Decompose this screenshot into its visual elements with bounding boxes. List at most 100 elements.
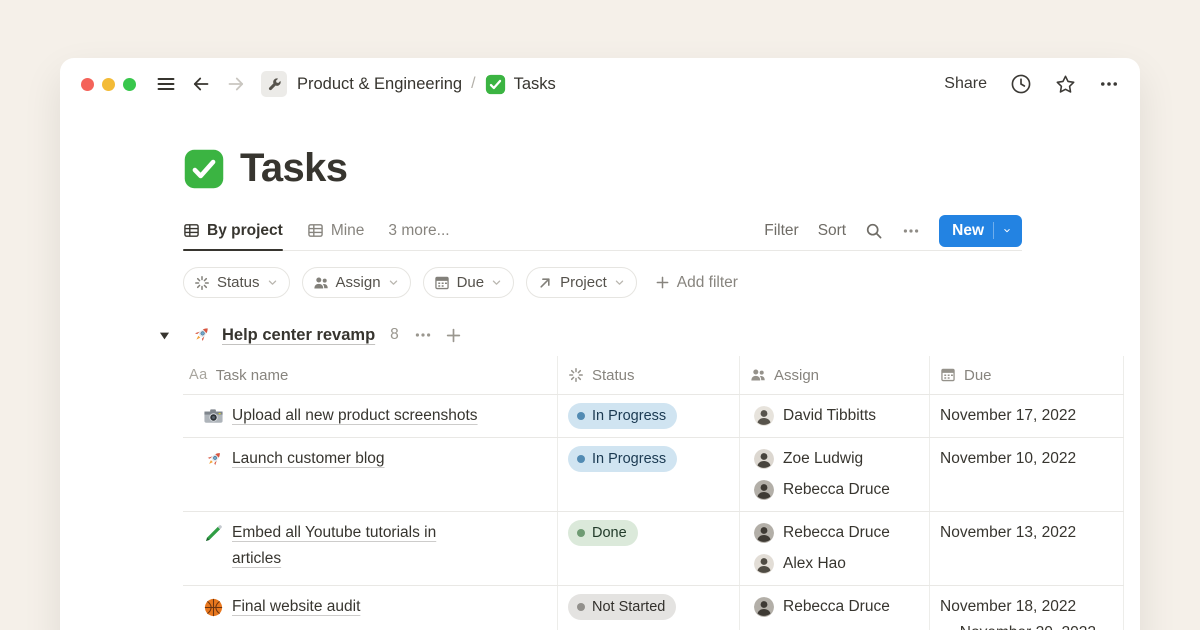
rocket-icon xyxy=(203,449,224,470)
chip-label: Due xyxy=(457,274,485,291)
forward-icon[interactable] xyxy=(226,74,246,94)
due-date: November 13, 2022 xyxy=(940,520,1115,546)
task-cell[interactable]: Embed all Youtube tutorials in articles xyxy=(183,512,558,585)
breadcrumb-workspace[interactable]: Product & Engineering xyxy=(297,75,462,94)
column-header-task-name[interactable]: AaTask name xyxy=(183,356,558,394)
assignee-name: David Tibbitts xyxy=(783,407,876,425)
assignee: Zoe Ludwig xyxy=(754,446,921,472)
status-cell[interactable]: Not Started xyxy=(558,586,740,630)
sort-button[interactable]: Sort xyxy=(818,222,846,240)
table-header-row: AaTask nameStatus Assign Due xyxy=(183,356,1124,395)
breadcrumb-page[interactable]: Tasks xyxy=(485,74,556,95)
task-title: Launch customer blog xyxy=(232,446,385,472)
sidebar-menu-icon[interactable] xyxy=(156,74,176,94)
new-button-divider xyxy=(993,222,994,239)
camera-icon xyxy=(203,406,224,427)
tab-label: By project xyxy=(207,222,283,240)
task-cell[interactable]: Upload all new product screenshots xyxy=(183,395,558,437)
column-header-label: Assign xyxy=(774,367,819,384)
back-icon[interactable] xyxy=(191,74,211,94)
assign-cell[interactable]: David Tibbitts xyxy=(740,395,930,437)
task-page-link[interactable]: Launch customer blog xyxy=(232,450,385,467)
favorite-star-icon[interactable] xyxy=(1055,74,1076,95)
desktop-background: { "colors": { "accent_blue": "#2383e2", … xyxy=(0,0,1200,630)
filter-button[interactable]: Filter xyxy=(764,222,798,240)
assignee-name: Rebecca Druce xyxy=(783,524,890,542)
arrow-up-right-icon xyxy=(537,275,553,291)
task-cell[interactable]: Final website audit xyxy=(183,586,558,630)
status-label: Done xyxy=(592,525,627,541)
group-count: 8 xyxy=(390,326,399,344)
view-more-icon[interactable] xyxy=(902,222,920,240)
more-options-icon[interactable] xyxy=(1099,74,1119,94)
avatar xyxy=(754,449,774,469)
column-header-assign[interactable]: Assign xyxy=(740,356,930,394)
chip-label: Project xyxy=(560,274,607,291)
status-dot-icon xyxy=(577,455,585,463)
new-button-label: New xyxy=(952,222,984,240)
page-title: Tasks xyxy=(240,146,347,191)
task-page-link[interactable]: Final website audit xyxy=(232,598,360,615)
task-page-link[interactable]: articles xyxy=(232,550,281,567)
assign-cell[interactable]: Rebecca DruceAlex Hao xyxy=(740,512,930,585)
tab-label: 3 more... xyxy=(388,222,449,240)
task-page-link[interactable]: Embed all Youtube tutorials in xyxy=(232,524,436,541)
group-title[interactable]: Help center revamp xyxy=(222,326,375,345)
tab-3-more[interactable]: 3 more... xyxy=(388,211,449,250)
add-filter-button[interactable]: Add filter xyxy=(655,274,738,292)
tab-label: Mine xyxy=(331,222,365,240)
due-cell[interactable]: November 10, 2022 xyxy=(930,438,1124,511)
chevron-down-icon xyxy=(267,277,278,288)
due-cell[interactable]: November 18, 2022→ November 20, 2022 xyxy=(930,586,1124,630)
filter-chip-project[interactable]: Project xyxy=(526,267,637,298)
people-icon xyxy=(313,275,329,291)
tab-mine[interactable]: Mine xyxy=(307,211,365,250)
filter-chip-due[interactable]: Due xyxy=(423,267,515,298)
group-add-icon[interactable] xyxy=(445,327,462,344)
assignee-name: Rebecca Druce xyxy=(783,598,890,616)
workspace-breadcrumb-chip[interactable] xyxy=(261,71,287,97)
column-header-status[interactable]: Status xyxy=(558,356,740,394)
due-cell[interactable]: November 17, 2022 xyxy=(930,395,1124,437)
search-icon[interactable] xyxy=(865,222,883,240)
minimize-window-button[interactable] xyxy=(102,78,115,91)
assignee: Rebecca Druce xyxy=(754,520,921,546)
status-badge[interactable]: In Progress xyxy=(568,446,677,472)
filter-chip-assign[interactable]: Assign xyxy=(302,267,411,298)
new-button[interactable]: New xyxy=(939,215,1022,247)
chevron-down-icon xyxy=(491,277,502,288)
table-view-icon xyxy=(183,222,200,239)
due-date: November 10, 2022 xyxy=(940,446,1115,472)
status-badge[interactable]: Done xyxy=(568,520,638,546)
new-dropdown-chevron-icon[interactable] xyxy=(1003,224,1016,237)
tab-by-project[interactable]: By project xyxy=(183,211,283,250)
due-cell[interactable]: November 13, 2022 xyxy=(930,512,1124,585)
share-button[interactable]: Share xyxy=(944,75,987,93)
wrench-icon xyxy=(267,77,282,92)
task-cell[interactable]: Launch customer blog xyxy=(183,438,558,511)
column-header-due[interactable]: Due xyxy=(930,356,1124,394)
zoom-window-button[interactable] xyxy=(123,78,136,91)
close-window-button[interactable] xyxy=(81,78,94,91)
group-collapse-toggle-icon[interactable] xyxy=(158,329,171,342)
status-badge[interactable]: Not Started xyxy=(568,594,676,620)
status-cell[interactable]: Done xyxy=(558,512,740,585)
task-page-link[interactable]: Upload all new product screenshots xyxy=(232,407,478,424)
assign-cell[interactable]: Zoe LudwigRebecca Druce xyxy=(740,438,930,511)
assign-cell[interactable]: Rebecca Druce xyxy=(740,586,930,630)
calendar-icon xyxy=(940,367,956,383)
table-row: Final website audit Not Started Rebecca Dr… xyxy=(183,586,1124,630)
chevron-down-icon xyxy=(388,277,399,288)
status-label: Not Started xyxy=(592,599,665,615)
history-clock-icon[interactable] xyxy=(1010,73,1032,95)
status-cell[interactable]: In Progress xyxy=(558,438,740,511)
page-check-icon[interactable] xyxy=(183,148,225,190)
tasks-check-icon xyxy=(485,74,506,95)
group-rocket-icon xyxy=(190,324,212,346)
status-badge[interactable]: In Progress xyxy=(568,403,677,429)
status-cell[interactable]: In Progress xyxy=(558,395,740,437)
group-more-icon[interactable] xyxy=(414,326,432,344)
avatar xyxy=(754,406,774,426)
avatar xyxy=(754,480,774,500)
filter-chip-status[interactable]: Status xyxy=(183,267,290,298)
